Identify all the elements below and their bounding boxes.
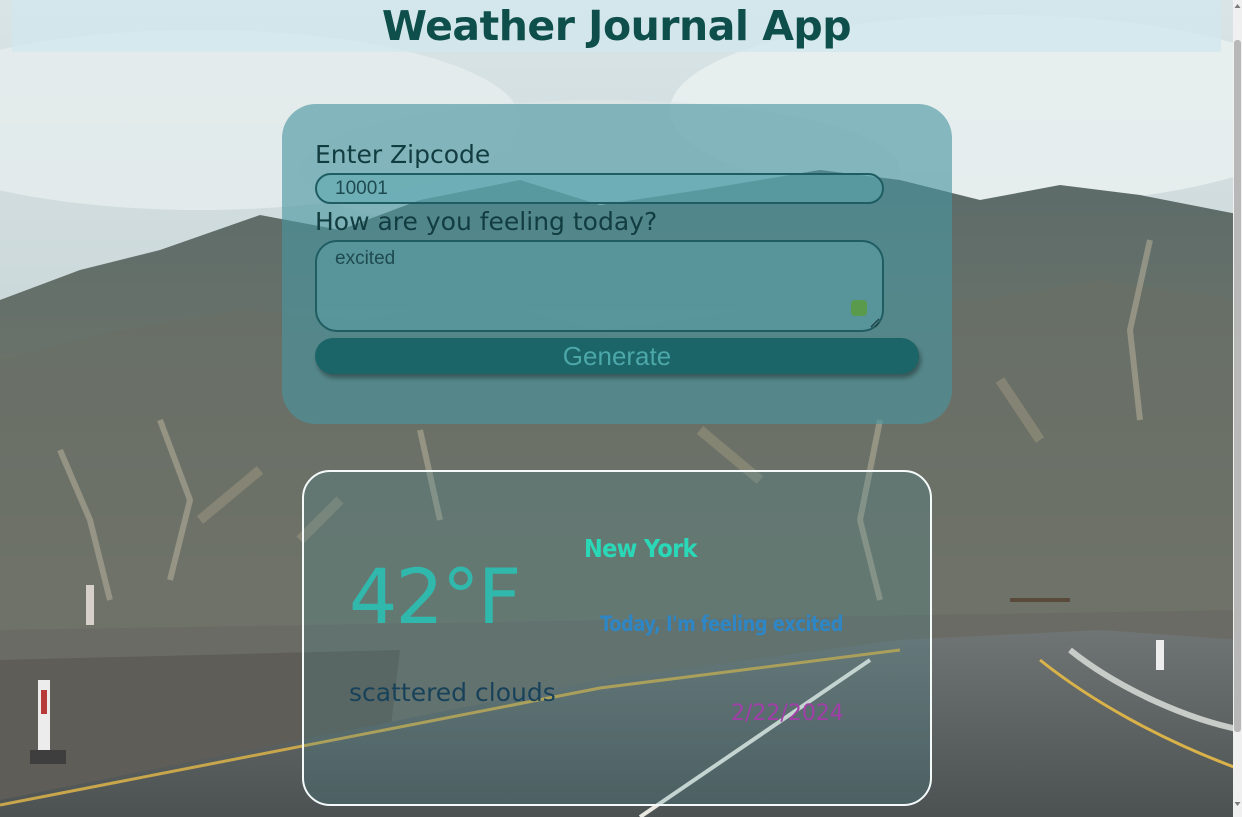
feelings-textarea[interactable]: excited [315,240,884,332]
feeling-text: Today, I'm feeling excited [600,612,843,636]
grammar-check-icon[interactable] [851,300,867,316]
entry-date: 2/22/2024 [731,701,844,726]
generate-button[interactable]: Generate [315,338,919,374]
city-name: New York [584,534,697,563]
temperature-value: 42°F [349,552,521,641]
scrollbar-thumb[interactable] [1234,40,1241,732]
app-title: Weather Journal App [381,2,852,50]
scroll-down-icon[interactable] [1234,800,1241,808]
feelings-label: How are you feeling today? [315,207,658,236]
resize-grip-icon[interactable] [869,317,880,328]
weather-description: scattered clouds [349,678,556,707]
zip-label: Enter Zipcode [315,140,491,169]
scroll-up-icon[interactable] [1234,2,1241,10]
zip-input[interactable] [315,173,884,204]
